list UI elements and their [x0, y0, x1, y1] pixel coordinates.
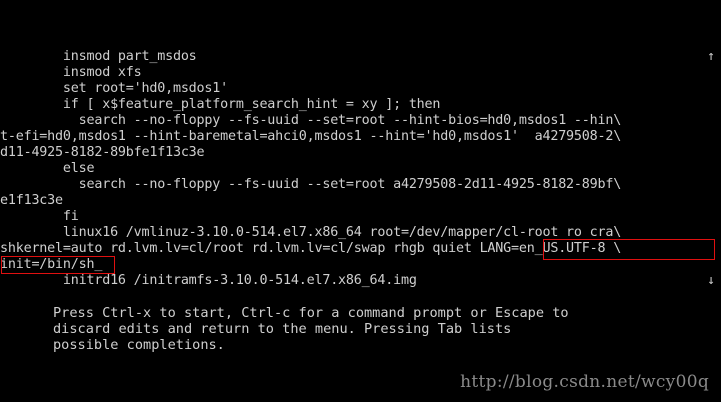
scroll-up-icon: ↑ — [707, 49, 715, 64]
editor-line[interactable]: if [ x$feature_platform_search_hint = xy… — [0, 97, 441, 113]
editor-line[interactable]: insmod xfs — [0, 65, 142, 81]
editor-line[interactable]: set root='hd0,msdos1' — [0, 81, 228, 97]
editor-line[interactable]: d11-4925-8182-89bfe1f13c3e — [0, 145, 205, 161]
help-line: discard edits and return to the menu. Pr… — [53, 321, 512, 337]
editor-line[interactable]: e1f13c3e — [0, 193, 63, 209]
watermark: http://blog.csdn.net/wcy00q — [460, 372, 709, 392]
editor-line[interactable]: search --no-floppy --fs-uuid --set=root … — [0, 113, 622, 129]
editor-line[interactable]: fi — [0, 209, 79, 225]
scroll-down-icon: ↓ — [707, 273, 715, 288]
editor-line[interactable]: insmod part_msdos — [0, 49, 197, 65]
help-line: possible completions. — [53, 337, 225, 353]
editor-line[interactable]: t-efi=hd0,msdos1 --hint-baremetal=ahci0,… — [0, 129, 621, 145]
help-line: Press Ctrl-x to start, Ctrl-c for a comm… — [53, 305, 569, 321]
editor-line[interactable]: linux16 /vmlinuz-3.10.0-514.el7.x86_64 r… — [0, 225, 621, 241]
editor-line[interactable]: initrd16 /initramfs-3.10.0-514.el7.x86_6… — [0, 273, 417, 289]
editor-line-kernel-args[interactable]: shkernel=auto rd.lvm.lv=cl/root rd.lvm.l… — [0, 241, 621, 257]
editor-line-init[interactable]: init=/bin/sh_ — [0, 257, 102, 273]
editor-line[interactable]: else — [0, 161, 95, 177]
editor-line[interactable]: search --no-floppy --fs-uuid --set=root … — [0, 177, 622, 193]
grub-edit-screen: insmod part_msdos insmod xfs set root='h… — [0, 0, 721, 402]
